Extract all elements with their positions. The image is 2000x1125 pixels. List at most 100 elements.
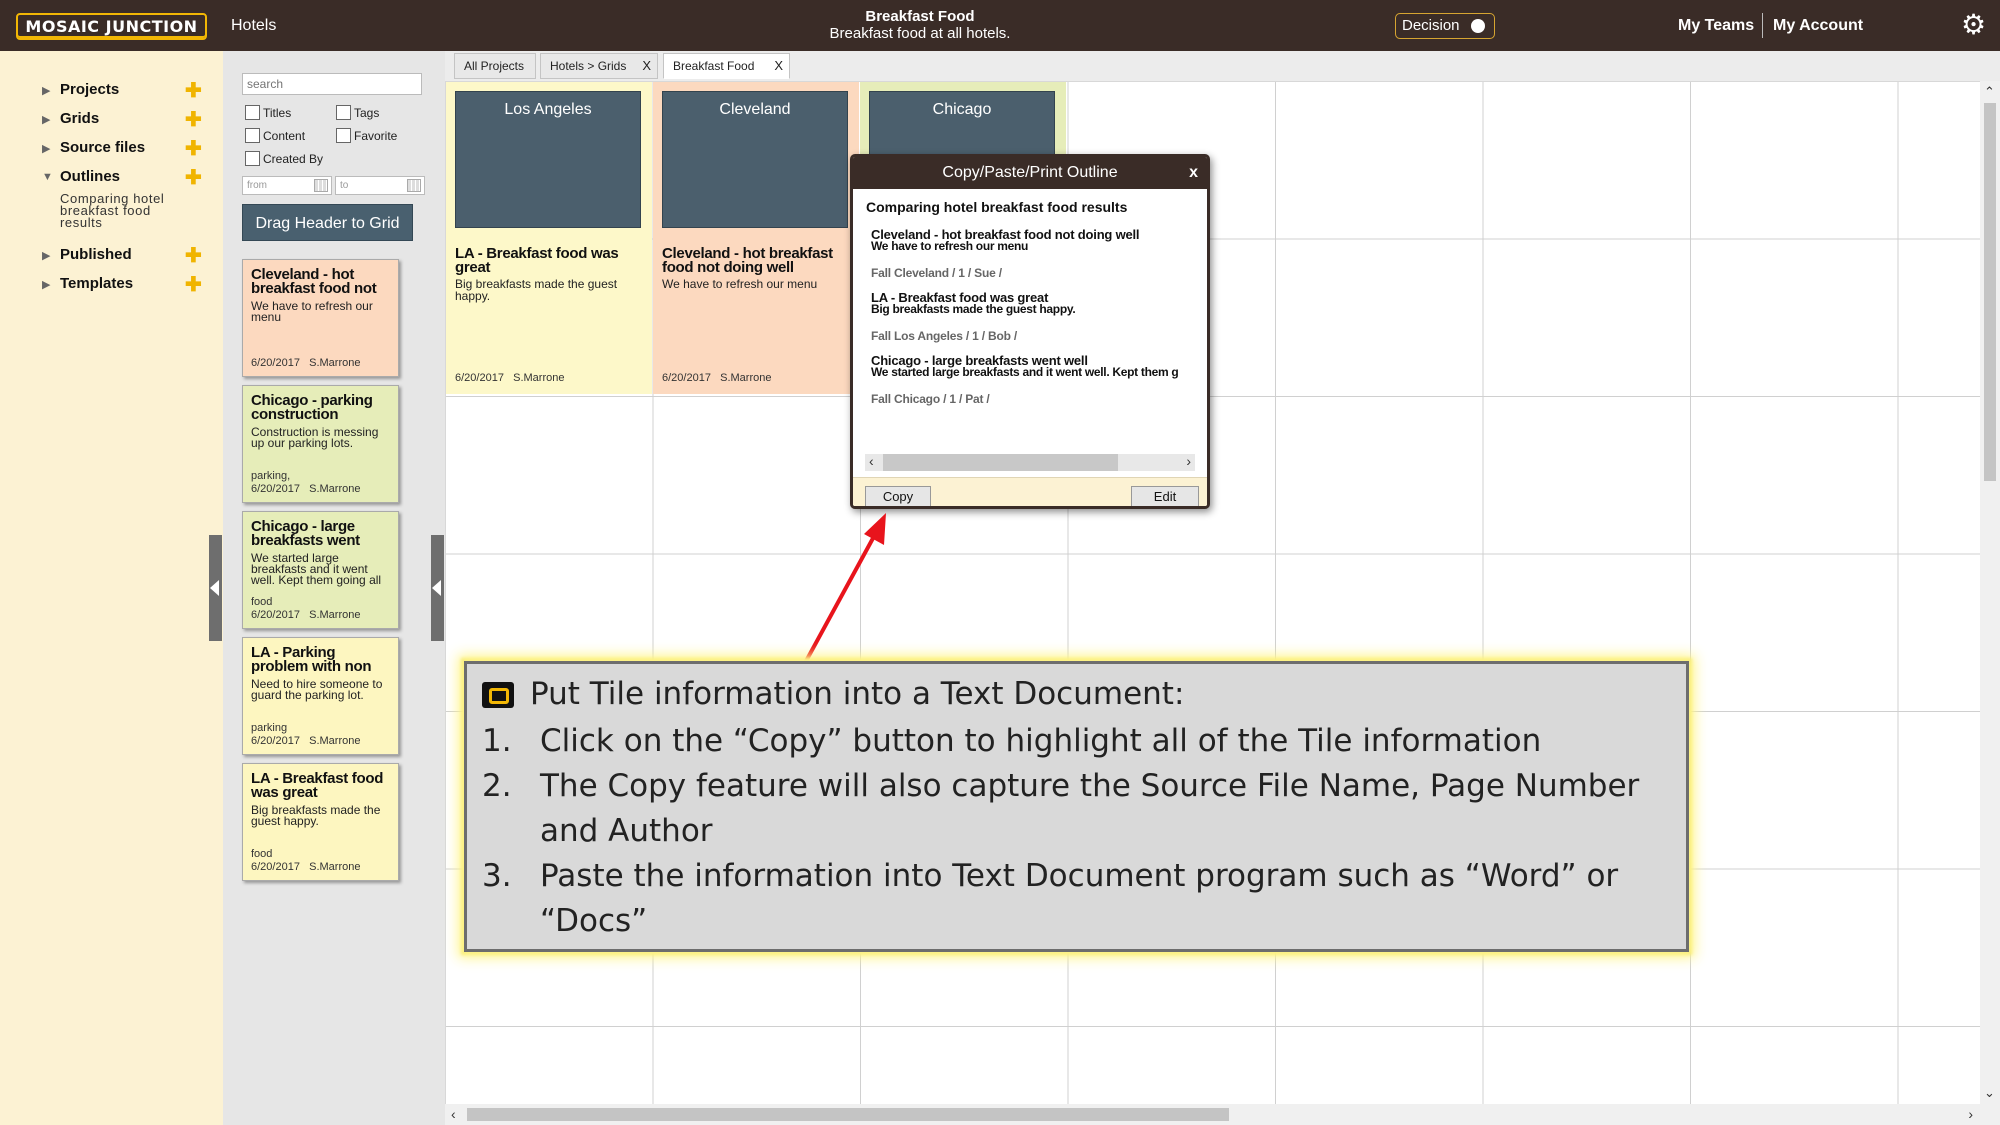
- calendar-icon[interactable]: [407, 179, 421, 192]
- tile-body: We have to refresh our menu: [251, 301, 373, 324]
- step-number: 2.: [482, 768, 512, 804]
- dialog-content[interactable]: Comparing hotel breakfast food results C…: [853, 189, 1207, 444]
- sidebar-item-outlines[interactable]: ▼ Outlines ✚: [42, 165, 212, 190]
- add-icon[interactable]: ✚: [185, 272, 202, 297]
- outline-heading: Comparing hotel breakfast food results: [866, 199, 1128, 215]
- tile-card[interactable]: LA - Breakfast food was great Big breakf…: [242, 763, 399, 881]
- add-icon[interactable]: ✚: [185, 136, 202, 161]
- sidebar-item-projects[interactable]: ▶ Projects ✚: [42, 78, 212, 103]
- expand-triangle-icon[interactable]: ▶: [42, 84, 50, 97]
- dialog-horizontal-scrollbar[interactable]: ‹ ›: [865, 453, 1195, 471]
- scroll-left-icon[interactable]: ‹: [869, 453, 874, 469]
- tile-title: LA - Parking problem with non: [251, 646, 372, 674]
- add-icon[interactable]: ✚: [185, 243, 202, 268]
- tile-card[interactable]: LA - Parking problem with non Need to hi…: [242, 637, 399, 755]
- sidebar-item-source-files[interactable]: ▶ Source files ✚: [42, 136, 212, 161]
- tab-breakfast-food[interactable]: Breakfast Food X: [663, 53, 790, 79]
- content-checkbox[interactable]: Content: [245, 128, 305, 143]
- scrollbar-thumb[interactable]: [1984, 103, 1996, 481]
- add-icon[interactable]: ✚: [185, 78, 202, 103]
- tile-card[interactable]: Cleveland - hot breakfast food not We ha…: [242, 259, 399, 377]
- entry-body: Big breakfasts made the guest happy.: [871, 302, 1076, 316]
- expand-triangle-icon[interactable]: ▶: [42, 249, 50, 262]
- edit-button[interactable]: Edit: [1131, 486, 1199, 506]
- checkbox-box[interactable]: [336, 128, 351, 143]
- tile-author: S.Marrone: [309, 357, 361, 369]
- checkbox-box[interactable]: [245, 105, 260, 120]
- tab-hotels-grids[interactable]: Hotels > Grids X: [540, 53, 658, 79]
- decision-toggle[interactable]: Decision: [1395, 13, 1495, 39]
- search-input[interactable]: [242, 73, 422, 95]
- dialog-header: Copy/Paste/Print Outline x: [853, 157, 1207, 189]
- tab-all-projects[interactable]: All Projects: [454, 53, 536, 79]
- entry-source: Fall Cleveland / 1 / Sue /: [871, 266, 1002, 280]
- from-date-field[interactable]: from: [242, 176, 332, 195]
- checkbox-box[interactable]: [245, 151, 260, 166]
- scroll-right-icon[interactable]: ›: [1186, 453, 1191, 469]
- sidebar-item-label: Published: [60, 246, 132, 263]
- calendar-icon[interactable]: [314, 179, 328, 192]
- checkbox-label: Titles: [263, 106, 292, 120]
- column-header[interactable]: Los Angeles: [455, 91, 641, 228]
- tile-body: Big breakfasts made the guest happy.: [251, 805, 381, 828]
- grid-tile[interactable]: Cleveland - hot breakfast food not doing…: [653, 238, 859, 394]
- my-teams-link[interactable]: My Teams: [1678, 17, 1754, 35]
- tile-author: S.Marrone: [720, 372, 772, 384]
- entry-source: Fall Chicago / 1 / Pat /: [871, 392, 990, 406]
- tile-date: 6/20/2017: [251, 483, 300, 495]
- expand-triangle-icon[interactable]: ▶: [42, 278, 50, 291]
- sidebar-item-grids[interactable]: ▶ Grids ✚: [42, 107, 212, 132]
- sidebar-item-published[interactable]: ▶ Published ✚: [42, 243, 212, 268]
- add-icon[interactable]: ✚: [185, 107, 202, 132]
- scroll-left-icon[interactable]: ‹: [451, 1106, 456, 1122]
- outline-entry[interactable]: Comparing hotel breakfast food results: [60, 192, 175, 229]
- tile-body: Construction is messing up our parking l…: [251, 427, 379, 450]
- checkbox-box[interactable]: [245, 128, 260, 143]
- add-icon[interactable]: ✚: [185, 165, 202, 190]
- close-tab-icon[interactable]: X: [774, 54, 783, 78]
- logo[interactable]: MOSAIC JUNCTION: [16, 13, 207, 40]
- drag-header-button[interactable]: Drag Header to Grid: [242, 204, 413, 241]
- to-date-field[interactable]: to: [335, 176, 425, 195]
- tab-label: All Projects: [464, 59, 525, 73]
- collapse-panel-handle[interactable]: [431, 535, 444, 641]
- created-by-checkbox[interactable]: Created By: [245, 151, 323, 166]
- expand-triangle-icon[interactable]: ▶: [42, 142, 50, 155]
- horizontal-scrollbar[interactable]: ‹ ›: [445, 1104, 2000, 1125]
- gear-icon[interactable]: ⚙: [1961, 10, 1986, 40]
- tile-card[interactable]: Chicago - parking construction Construct…: [242, 385, 399, 503]
- tile-title: Cleveland - hot breakfast food not: [251, 268, 377, 296]
- outline-entry: LA - Breakfast food was great Big breakf…: [871, 291, 1194, 343]
- column-header[interactable]: Cleveland: [662, 91, 848, 228]
- sidebar-item-label: Outlines: [60, 168, 121, 185]
- checkbox-box[interactable]: [336, 105, 351, 120]
- scroll-right-icon[interactable]: ›: [1968, 1106, 1973, 1122]
- collapse-nav-handle[interactable]: [209, 535, 222, 641]
- my-account-link[interactable]: My Account: [1773, 17, 1863, 35]
- sidebar-item-templates[interactable]: ▶ Templates ✚: [42, 272, 212, 297]
- titles-checkbox[interactable]: Titles: [245, 105, 291, 120]
- scroll-up-icon[interactable]: ⌃: [1984, 84, 1995, 100]
- close-tab-icon[interactable]: X: [642, 54, 651, 78]
- tile-author: S.Marrone: [309, 609, 361, 621]
- outline-entry: Chicago - large breakfasts went well We …: [871, 354, 1194, 406]
- tile-date: 6/20/2017: [251, 861, 300, 873]
- scrollbar-thumb[interactable]: [883, 454, 1118, 471]
- sidebar-item-label: Projects: [60, 81, 120, 98]
- close-icon[interactable]: x: [1189, 157, 1198, 189]
- sidebar-item-label: Grids: [60, 110, 100, 127]
- tile-author: S.Marrone: [513, 372, 565, 384]
- favorite-checkbox[interactable]: Favorite: [336, 128, 397, 143]
- collapse-triangle-icon[interactable]: ▼: [42, 171, 53, 183]
- tile-card[interactable]: Chicago - large breakfasts went We start…: [242, 511, 399, 629]
- copy-paste-print-dialog: Copy/Paste/Print Outline x Comparing hot…: [850, 154, 1210, 509]
- tags-checkbox[interactable]: Tags: [336, 105, 379, 120]
- grid-tile[interactable]: LA - Breakfast food was great Big breakf…: [446, 238, 652, 394]
- toggle-knob[interactable]: [1471, 19, 1485, 33]
- vertical-scrollbar[interactable]: ⌃ ⌄: [1980, 81, 2000, 1104]
- expand-triangle-icon[interactable]: ▶: [42, 113, 50, 126]
- scrollbar-thumb[interactable]: [467, 1108, 1229, 1121]
- scroll-down-icon[interactable]: ⌄: [1984, 1085, 1995, 1101]
- checkbox-label: Favorite: [354, 129, 398, 143]
- nav-hotels-link[interactable]: Hotels: [231, 17, 276, 35]
